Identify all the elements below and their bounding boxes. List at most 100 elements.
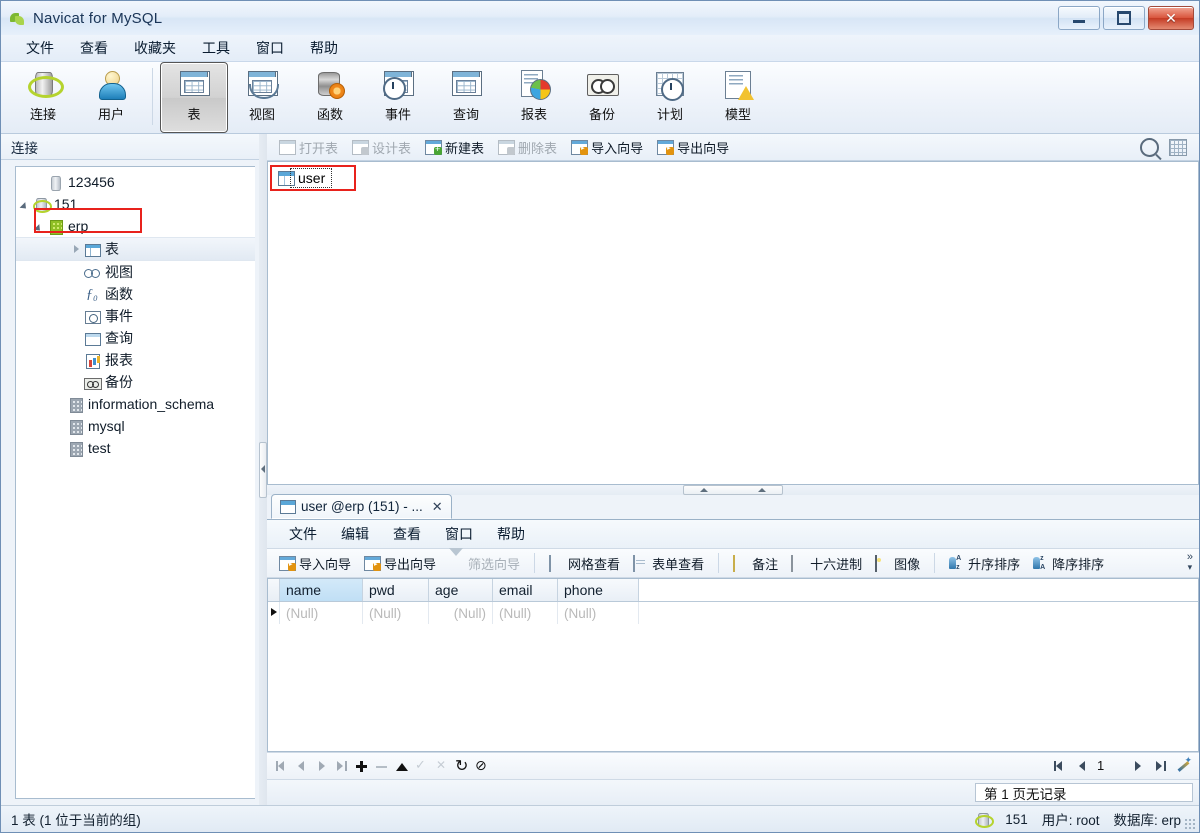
record-delete-button[interactable] <box>373 758 390 775</box>
search-icon[interactable] <box>1140 137 1159 157</box>
record-last-button[interactable] <box>333 758 350 775</box>
grid-cell-name[interactable]: (Null) <box>280 602 363 624</box>
connection-tree[interactable]: 123456 151 erp 表 视图 ƒ₀ 函数 事件 查询 报表 备份 in… <box>15 166 255 799</box>
toolbar-backup[interactable]: 备份 <box>568 62 636 133</box>
toolbar-table[interactable]: 表 <box>160 62 228 133</box>
record-first-button[interactable] <box>273 758 290 775</box>
tree-node-reports[interactable]: 报表 <box>16 349 255 371</box>
toolbar-view[interactable]: 视图 <box>228 62 296 133</box>
design-table-button[interactable]: 设计表 <box>346 135 417 160</box>
tw-grid-view-button[interactable]: 网格查看 <box>543 551 626 576</box>
export-wizard-button[interactable]: 导出向导 <box>651 135 735 160</box>
grid-cell-phone[interactable]: (Null) <box>558 602 639 624</box>
grid-column-header-pwd[interactable]: pwd <box>363 579 429 601</box>
record-cancel-button[interactable] <box>433 758 450 775</box>
data-grid[interactable]: name pwd age email phone (Null) (Null) (… <box>267 578 1199 752</box>
table-row[interactable]: (Null) (Null) (Null) (Null) (Null) <box>268 602 1198 624</box>
tree-twisty[interactable] <box>34 220 47 233</box>
tw-sort-desc-button[interactable]: zA 降序排序 <box>1027 551 1110 576</box>
tree-node-information-schema[interactable]: information_schema <box>16 393 255 415</box>
tree-node-backups[interactable]: 备份 <box>16 371 255 393</box>
tw-menu-edit[interactable]: 编辑 <box>329 521 381 547</box>
page-last-button[interactable] <box>1152 758 1169 775</box>
close-icon[interactable]: ✕ <box>432 499 443 515</box>
tw-memo-button[interactable]: 备注 <box>727 551 784 576</box>
toolbar-query[interactable]: 查询 <box>432 62 500 133</box>
menu-window[interactable]: 窗口 <box>243 35 297 61</box>
toolbar-overflow-button[interactable]: » ▾ <box>1187 552 1193 573</box>
tree-node-functions[interactable]: ƒ₀ 函数 <box>16 283 255 305</box>
record-edit-button[interactable] <box>393 758 410 775</box>
toolbar-schedule[interactable]: 计划 <box>636 62 704 133</box>
open-table-button[interactable]: 打开表 <box>273 135 344 160</box>
new-table-button[interactable]: 新建表 <box>419 135 490 160</box>
tree-node-queries[interactable]: 查询 <box>16 327 255 349</box>
table-tab-user[interactable]: user @erp (151) - ... ✕ <box>271 494 452 519</box>
tree-node-mysql[interactable]: mysql <box>16 415 255 437</box>
menu-help[interactable]: 帮助 <box>297 35 351 61</box>
tw-menu-file[interactable]: 文件 <box>277 521 329 547</box>
object-list[interactable]: user <box>267 161 1199 485</box>
grid-view-icon[interactable] <box>1169 138 1187 156</box>
tw-form-view-button[interactable]: 表单查看 <box>627 551 710 576</box>
tw-sort-asc-button[interactable]: Az 升序排序 <box>943 551 1026 576</box>
page-first-button[interactable] <box>1051 758 1068 775</box>
tree-node-events[interactable]: 事件 <box>16 305 255 327</box>
toolbar-connection[interactable]: 连接 <box>9 62 77 133</box>
tree-node-151[interactable]: 151 <box>16 193 255 215</box>
record-add-button[interactable] <box>353 758 370 775</box>
record-refresh-button[interactable] <box>453 756 470 776</box>
record-prev-button[interactable] <box>293 758 310 775</box>
wand-icon[interactable] <box>1175 755 1192 774</box>
tw-import-wizard-button[interactable]: 导入向导 <box>273 551 357 576</box>
grid-column-header-phone[interactable]: phone <box>558 579 639 601</box>
tw-export-wizard-button[interactable]: 导出向导 <box>358 551 442 576</box>
grid-column-header-name[interactable]: name <box>280 579 363 601</box>
page-prev-button[interactable] <box>1074 758 1091 775</box>
pane-splitter-horizontal-grip[interactable] <box>683 485 783 495</box>
tree-node-tables[interactable]: 表 <box>16 237 255 261</box>
menu-tools[interactable]: 工具 <box>189 35 243 61</box>
record-stop-button[interactable] <box>473 757 490 775</box>
pane-splitter-vertical[interactable] <box>259 134 267 805</box>
grid-column-header-age[interactable]: age <box>429 579 493 601</box>
resize-grip[interactable] <box>1184 818 1196 830</box>
tw-hex-button[interactable]: 十六进制 <box>785 551 868 576</box>
menu-file[interactable]: 文件 <box>13 35 67 61</box>
object-list-item-user[interactable]: user <box>274 167 333 189</box>
tree-twisty[interactable] <box>20 198 33 211</box>
tree-node-123456[interactable]: 123456 <box>16 171 255 193</box>
toolbar-model[interactable]: 模型 <box>704 62 772 133</box>
toolbar-user[interactable]: 用户 <box>77 62 145 133</box>
close-button[interactable]: ✕ <box>1148 6 1194 30</box>
tree-twisty[interactable] <box>34 176 47 189</box>
toolbar-event[interactable]: 事件 <box>364 62 432 133</box>
minimize-button[interactable] <box>1058 6 1100 30</box>
tree-node-views[interactable]: 视图 <box>16 261 255 283</box>
page-number[interactable]: 1 <box>1097 758 1123 774</box>
grid-column-header-email[interactable]: email <box>493 579 558 601</box>
grid-cell-email[interactable]: (Null) <box>493 602 558 624</box>
toolbar-function[interactable]: 函数 <box>296 62 364 133</box>
record-next-button[interactable] <box>313 758 330 775</box>
toolbar-event-label: 事件 <box>384 107 411 122</box>
grid-cell-pwd[interactable]: (Null) <box>363 602 429 624</box>
page-next-button[interactable] <box>1129 758 1146 775</box>
delete-table-button[interactable]: 删除表 <box>492 135 563 160</box>
tree-twisty[interactable] <box>71 243 84 256</box>
tw-menu-view[interactable]: 查看 <box>381 521 433 547</box>
menu-view[interactable]: 查看 <box>67 35 121 61</box>
tree-node-erp[interactable]: erp <box>16 215 255 237</box>
grid-cell-age[interactable]: (Null) <box>429 602 493 624</box>
import-wizard-button[interactable]: 导入向导 <box>565 135 649 160</box>
maximize-button[interactable] <box>1103 6 1145 30</box>
tree-node-test[interactable]: test <box>16 437 255 459</box>
tw-menu-window[interactable]: 窗口 <box>433 521 485 547</box>
menu-favorites[interactable]: 收藏夹 <box>121 35 189 61</box>
tw-filter-wizard-button[interactable]: 筛选向导 <box>443 548 526 576</box>
pane-splitter-grip[interactable] <box>259 441 267 498</box>
record-confirm-button[interactable] <box>413 757 430 775</box>
tw-image-button[interactable]: 图像 <box>869 551 926 576</box>
tw-menu-help[interactable]: 帮助 <box>485 521 537 547</box>
toolbar-report[interactable]: 报表 <box>500 62 568 133</box>
